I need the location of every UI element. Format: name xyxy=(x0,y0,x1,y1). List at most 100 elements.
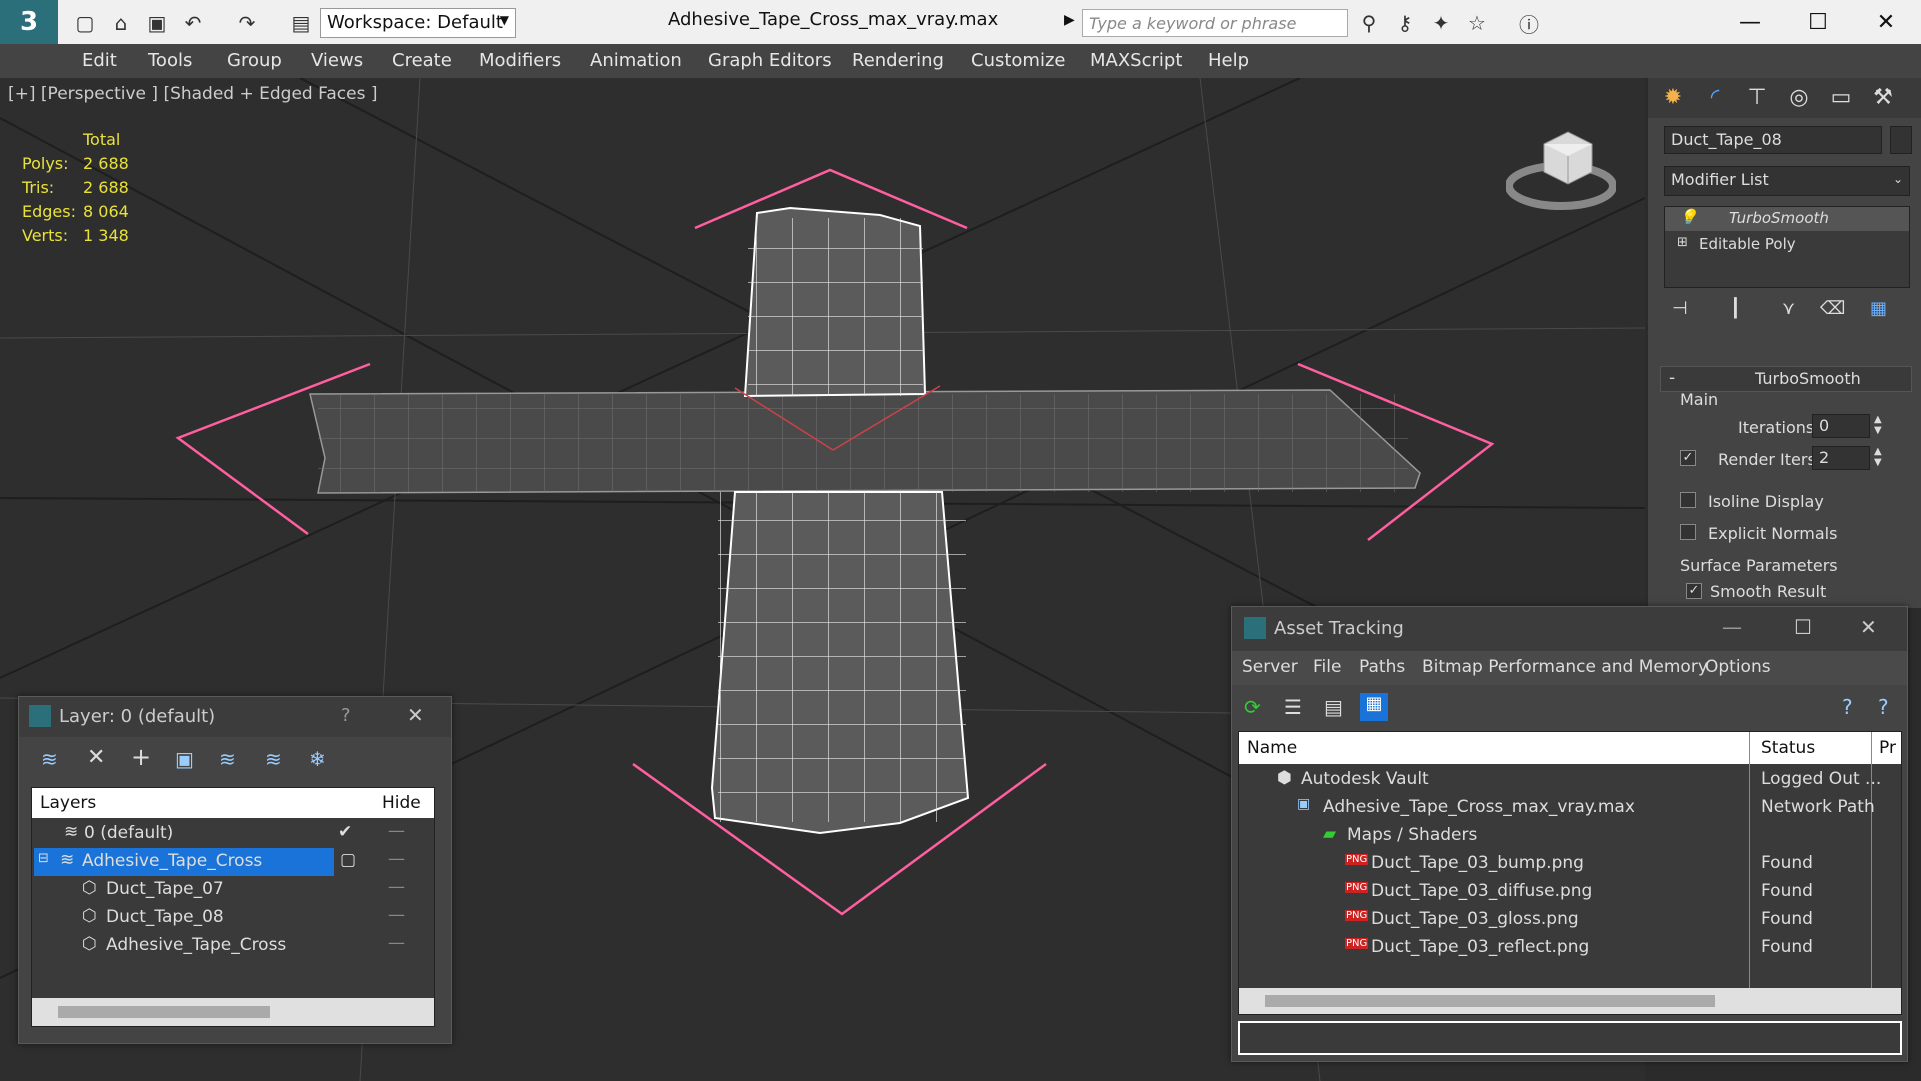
asset-row[interactable]: ▰ Maps / Shaders xyxy=(1239,822,1901,850)
delete-icon[interactable]: ✕ xyxy=(87,745,105,770)
hierarchy-tab-icon[interactable]: ⊤ xyxy=(1739,82,1775,112)
render-iters-checkbox[interactable]: ✓ xyxy=(1680,450,1696,466)
remove-modifier-icon[interactable]: ⌫ xyxy=(1820,298,1845,319)
iterations-spinner[interactable]: 0 xyxy=(1812,414,1870,438)
add-icon[interactable]: + xyxy=(131,743,151,771)
horizontal-scrollbar[interactable] xyxy=(32,998,434,1026)
column-hide[interactable]: Hide xyxy=(382,793,421,813)
explicit-normals-checkbox[interactable] xyxy=(1680,524,1696,540)
collapse-minus-icon[interactable]: ⊟ xyxy=(38,851,49,866)
layer-row[interactable]: ⊟ ≋ Adhesive_Tape_Cross ▢ — xyxy=(32,848,434,876)
create-layer-icon[interactable]: ≋ xyxy=(41,747,58,771)
highlight-layer-icon[interactable]: ≋ xyxy=(219,747,236,771)
binoculars-icon[interactable]: ⚲ xyxy=(1356,10,1382,36)
menu-tools[interactable]: Tools xyxy=(148,50,192,71)
column-name[interactable]: Name xyxy=(1247,738,1297,758)
scrollbar-thumb[interactable] xyxy=(58,1006,270,1018)
project-folder-icon[interactable]: ▤ xyxy=(288,10,314,36)
layer-row[interactable]: ⬡ Adhesive_Tape_Cross — xyxy=(32,932,434,960)
isoline-display-checkbox[interactable] xyxy=(1680,492,1696,508)
render-iters-spinner[interactable]: 2 xyxy=(1812,446,1870,470)
asset-row[interactable]: ▣ Adhesive_Tape_Cross_max_vray.max Netwo… xyxy=(1239,794,1901,822)
hide-all-icon[interactable]: ≋ xyxy=(265,747,282,771)
horizontal-scrollbar[interactable] xyxy=(1239,988,1901,1014)
close-icon[interactable]: ✕ xyxy=(1856,4,1916,40)
menu-help[interactable]: Help xyxy=(1208,50,1249,71)
configure-sets-icon[interactable]: ▦ xyxy=(1870,298,1887,319)
modifier-list-dropdown[interactable]: Modifier List ⌄ xyxy=(1664,166,1910,196)
menu-views[interactable]: Views xyxy=(311,50,363,71)
table-view-icon[interactable]: ▦ xyxy=(1360,693,1388,721)
hide-toggle-icon[interactable]: — xyxy=(388,933,405,953)
asset-row[interactable]: PNG Duct_Tape_03_gloss.png Found xyxy=(1239,906,1901,934)
scrollbar-thumb[interactable] xyxy=(1265,995,1715,1007)
undo-icon[interactable]: ↶ xyxy=(180,10,206,36)
save-icon[interactable]: ▣ xyxy=(144,10,170,36)
checkmark-icon[interactable]: ✔ xyxy=(338,822,352,842)
lightbulb-icon[interactable]: 💡 xyxy=(1679,208,1698,226)
asset-dialog-titlebar[interactable]: Asset Tracking — ☐ ✕ xyxy=(1232,607,1907,651)
asset-row[interactable]: PNG Duct_Tape_03_bump.png Found xyxy=(1239,850,1901,878)
hide-toggle-icon[interactable]: — xyxy=(388,905,405,925)
select-objects-icon[interactable]: ▣ xyxy=(175,747,194,771)
pin-stack-icon[interactable]: ⊣ xyxy=(1672,298,1688,319)
help-icon[interactable]: ⓘ xyxy=(1516,10,1542,37)
menu-group[interactable]: Group xyxy=(227,50,282,71)
star-icon[interactable]: ☆ xyxy=(1464,10,1490,36)
modifier-stack-item[interactable]: ⊞ Editable Poly xyxy=(1665,233,1909,257)
asset-row[interactable]: PNG Duct_Tape_03_diffuse.png Found xyxy=(1239,878,1901,906)
spinner-arrows-icon[interactable]: ▲ ▼ xyxy=(1874,446,1882,468)
layer-row[interactable]: ⬡ Duct_Tape_08 — xyxy=(32,904,434,932)
utilities-tab-icon[interactable]: ⚒ xyxy=(1865,82,1901,112)
minimize-icon[interactable]: — xyxy=(1720,4,1780,40)
tools-icon[interactable]: ✦ xyxy=(1428,10,1454,36)
open-file-icon[interactable]: ⌂ xyxy=(108,10,134,36)
asset-row[interactable]: ⬢ Autodesk Vault Logged Out ... xyxy=(1239,766,1901,794)
menu-edit[interactable]: Edit xyxy=(82,50,117,71)
menu-file[interactable]: File xyxy=(1313,657,1341,677)
help-button[interactable]: ? xyxy=(341,705,351,726)
modifier-stack-item[interactable]: 💡 TurboSmooth xyxy=(1665,207,1909,231)
app-logo-icon[interactable]: 3 xyxy=(0,0,58,44)
asset-path-field[interactable] xyxy=(1238,1021,1902,1055)
hide-toggle-icon[interactable]: — xyxy=(388,877,405,897)
object-name-field[interactable]: Duct_Tape_08 xyxy=(1664,126,1882,154)
turbosmooth-rollout-header[interactable]: - TurboSmooth xyxy=(1660,366,1912,392)
maximize-icon[interactable]: ☐ xyxy=(1788,4,1848,40)
close-icon[interactable]: ✕ xyxy=(407,703,424,727)
spinner-arrows-icon[interactable]: ▲ ▼ xyxy=(1874,414,1882,436)
viewport-label[interactable]: [+] [Perspective ] [Shaded + Edged Faces… xyxy=(8,84,377,104)
redo-icon[interactable]: ↷ xyxy=(234,10,260,36)
menu-create[interactable]: Create xyxy=(392,50,452,71)
menu-modifiers[interactable]: Modifiers xyxy=(479,50,561,71)
thumbnail-view-icon[interactable]: ▤ xyxy=(1324,695,1343,719)
menu-customize[interactable]: Customize xyxy=(971,50,1065,71)
close-icon[interactable]: ✕ xyxy=(1860,615,1877,639)
key-icon[interactable]: ⚷ xyxy=(1392,10,1418,36)
motion-tab-icon[interactable]: ◎ xyxy=(1781,82,1817,112)
current-layer-box-icon[interactable]: ▢ xyxy=(340,850,356,870)
column-status[interactable]: Status xyxy=(1761,738,1815,758)
menu-graph-editors[interactable]: Graph Editors xyxy=(708,50,832,71)
menu-maxscript[interactable]: MAXScript xyxy=(1090,50,1182,71)
menu-options[interactable]: Options xyxy=(1705,657,1771,677)
modify-tab-icon[interactable]: ◜ xyxy=(1697,82,1733,112)
hide-toggle-icon[interactable]: — xyxy=(388,821,405,841)
menu-rendering[interactable]: Rendering xyxy=(852,50,944,71)
freeze-all-icon[interactable]: ❄ xyxy=(309,747,326,771)
expand-plus-icon[interactable]: ⊞ xyxy=(1677,235,1688,250)
refresh-icon[interactable]: ⟳ xyxy=(1244,695,1261,719)
layer-dialog-titlebar[interactable]: Layer: 0 (default) ? ✕ xyxy=(19,697,451,737)
create-tab-icon[interactable]: ✹ xyxy=(1655,82,1691,112)
minimize-icon[interactable]: — xyxy=(1722,615,1742,639)
make-unique-icon[interactable]: ⋎ xyxy=(1782,298,1795,319)
menu-animation[interactable]: Animation xyxy=(590,50,682,71)
help-icon[interactable]: ? xyxy=(1842,695,1853,719)
maximize-icon[interactable]: ☐ xyxy=(1794,615,1812,639)
asset-row[interactable]: PNG Duct_Tape_03_reflect.png Found xyxy=(1239,934,1901,962)
object-color-swatch[interactable] xyxy=(1890,126,1912,154)
display-tab-icon[interactable]: ▭ xyxy=(1823,82,1859,112)
layer-row[interactable]: ⬡ Duct_Tape_07 — xyxy=(32,876,434,904)
new-file-icon[interactable]: ▢ xyxy=(72,10,98,36)
show-end-result-icon[interactable]: ┃ xyxy=(1730,298,1741,319)
